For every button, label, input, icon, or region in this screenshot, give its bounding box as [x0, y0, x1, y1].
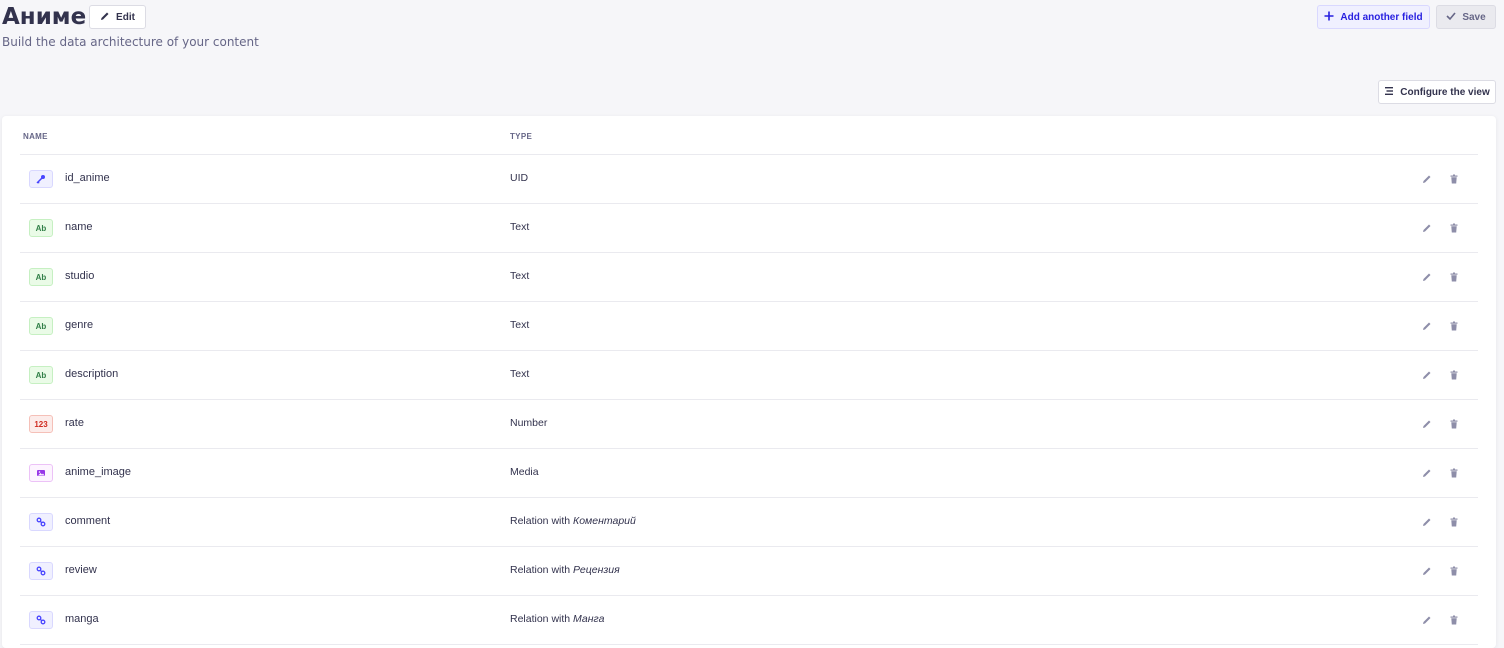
edit-field-pencil-icon[interactable] [1419, 465, 1435, 481]
edit-field-pencil-icon[interactable] [1419, 416, 1435, 432]
fields-table: NAME TYPE id_anime UID Ab name Text Ab s… [2, 116, 1496, 648]
text-type-icon: Ab [29, 268, 53, 286]
page-subtitle: Build the data architecture of your cont… [2, 35, 259, 49]
column-header-type: TYPE [510, 132, 533, 141]
table-row: 123 rate Number [20, 400, 1478, 449]
relation-link-icon [29, 562, 53, 580]
table-row: anime_image Media [20, 449, 1478, 498]
configure-view-button[interactable]: Configure the view [1378, 80, 1496, 104]
delete-field-trash-icon[interactable] [1446, 220, 1462, 236]
field-type: Text [510, 270, 530, 282]
edit-button[interactable]: Edit [89, 5, 146, 29]
edit-field-pencil-icon[interactable] [1419, 612, 1435, 628]
field-name: description [65, 368, 119, 380]
table-row: Ab studio Text [20, 253, 1478, 302]
table-header: NAME TYPE [20, 116, 1478, 155]
delete-field-trash-icon[interactable] [1446, 171, 1462, 187]
field-name: id_anime [65, 172, 110, 184]
edit-field-pencil-icon[interactable] [1419, 367, 1435, 383]
field-type: UID [510, 172, 529, 184]
edit-field-pencil-icon[interactable] [1419, 563, 1435, 579]
relation-link-icon [29, 513, 53, 531]
table-row: review Relation with Рецензия [20, 547, 1478, 596]
configure-view-label: Configure the view [1400, 86, 1490, 98]
edit-field-pencil-icon[interactable] [1419, 171, 1435, 187]
edit-field-pencil-icon[interactable] [1419, 220, 1435, 236]
field-type: Relation with Рецензия [510, 564, 620, 576]
delete-field-trash-icon[interactable] [1446, 269, 1462, 285]
field-name: genre [65, 319, 94, 331]
edit-field-pencil-icon[interactable] [1419, 269, 1435, 285]
plus-icon [1324, 11, 1334, 24]
delete-field-trash-icon[interactable] [1446, 612, 1462, 628]
field-type: Text [510, 368, 530, 380]
list-settings-icon [1384, 86, 1394, 99]
field-type: Relation with Коментарий [510, 515, 636, 527]
delete-field-trash-icon[interactable] [1446, 465, 1462, 481]
relation-link-icon [29, 611, 53, 629]
edit-button-label: Edit [116, 11, 135, 23]
pencil-icon [100, 11, 110, 24]
field-name: studio [65, 270, 95, 282]
text-type-icon: Ab [29, 317, 53, 335]
table-row: comment Relation with Коментарий [20, 498, 1478, 547]
field-name: comment [65, 515, 111, 527]
text-type-icon: Ab [29, 219, 53, 237]
column-header-name: NAME [23, 132, 48, 141]
field-type: Media [510, 466, 539, 478]
key-icon [29, 170, 53, 188]
table-row: id_anime UID [20, 155, 1478, 204]
field-name: name [65, 221, 93, 233]
text-type-icon: Ab [29, 366, 53, 384]
edit-field-pencil-icon[interactable] [1419, 514, 1435, 530]
add-another-field-label: Add another field [1340, 11, 1423, 23]
field-name: review [65, 564, 97, 576]
field-type: Number [510, 417, 548, 429]
delete-field-trash-icon[interactable] [1446, 416, 1462, 432]
delete-field-trash-icon[interactable] [1446, 563, 1462, 579]
page-title: Аниме [2, 4, 87, 30]
check-icon [1446, 11, 1456, 24]
field-type: Text [510, 319, 530, 331]
field-name: anime_image [65, 466, 132, 478]
table-row: manga Relation with Манга [20, 596, 1478, 645]
edit-field-pencil-icon[interactable] [1419, 318, 1435, 334]
number-type-icon: 123 [29, 415, 53, 433]
save-button-label: Save [1462, 11, 1486, 23]
table-row: Ab genre Text [20, 302, 1478, 351]
save-button[interactable]: Save [1436, 5, 1496, 29]
add-another-field-button[interactable]: Add another field [1317, 5, 1430, 29]
field-name: manga [65, 613, 99, 625]
field-type: Relation with Манга [510, 613, 605, 625]
delete-field-trash-icon[interactable] [1446, 514, 1462, 530]
delete-field-trash-icon[interactable] [1446, 318, 1462, 334]
table-row: Ab name Text [20, 204, 1478, 253]
table-row: Ab description Text [20, 351, 1478, 400]
media-image-icon [29, 464, 53, 482]
field-type: Text [510, 221, 530, 233]
field-name: rate [65, 417, 84, 429]
delete-field-trash-icon[interactable] [1446, 367, 1462, 383]
